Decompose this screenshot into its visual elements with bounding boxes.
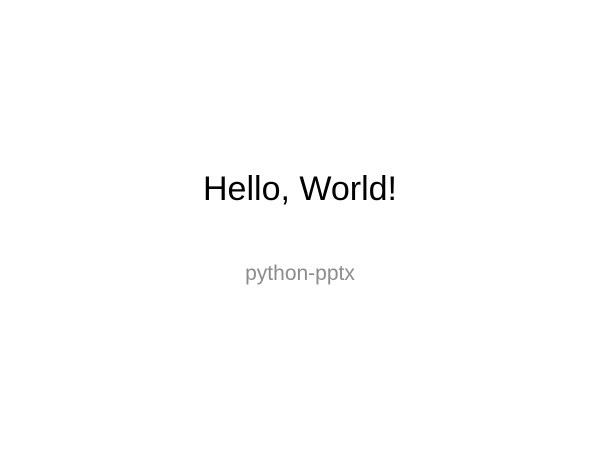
slide-subtitle: python-pptx [245,262,355,285]
slide-title: Hello, World! [203,170,397,208]
slide: Hello, World! python-pptx [0,0,600,450]
